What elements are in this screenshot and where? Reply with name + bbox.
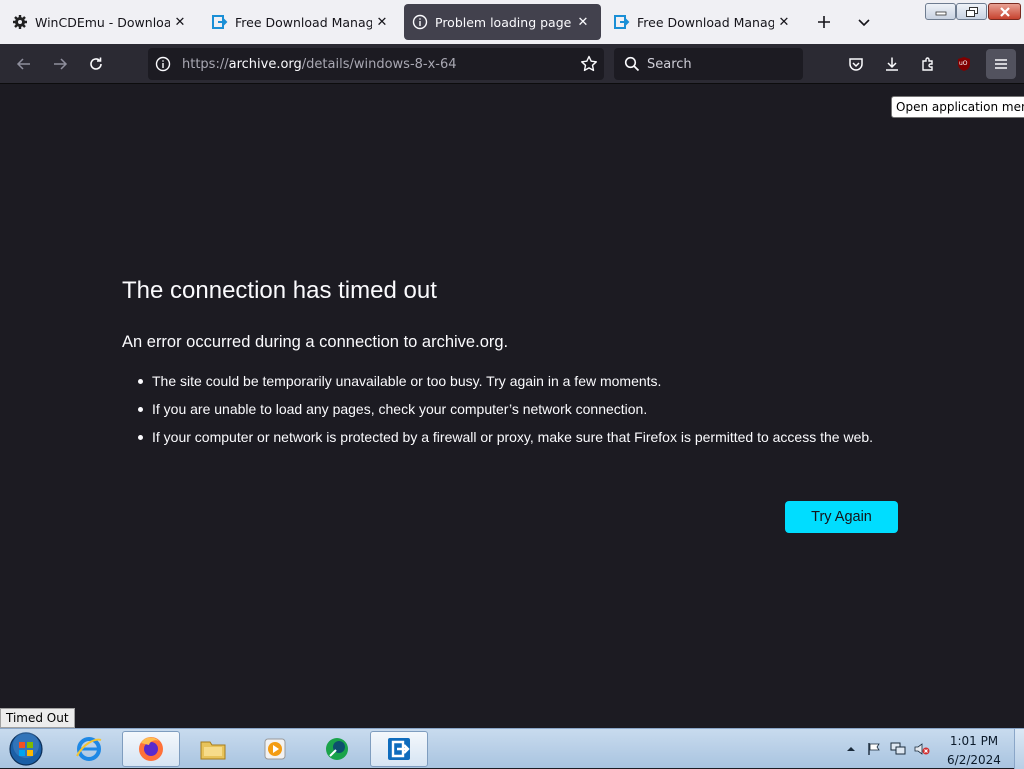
tab-strip: WinCDEmu - Download ✕ Free Download Mana… [0, 0, 1024, 44]
list-item: The site could be temporarily unavailabl… [138, 371, 908, 391]
site-info-icon[interactable] [155, 56, 171, 72]
list-item: If your computer or network is protected… [138, 427, 908, 447]
tab-title: Problem loading page [435, 14, 572, 30]
downloads-icon[interactable] [878, 50, 906, 78]
navigation-toolbar: https://archive.org/details/windows-8-x-… [0, 44, 1024, 84]
search-placeholder: Search [647, 56, 692, 72]
search-icon [624, 56, 640, 72]
clock-time: 1:01 PM [949, 734, 999, 748]
fdm-icon [212, 14, 228, 30]
show-hidden-icons-icon[interactable] [844, 729, 858, 769]
tooltip: Open application menu [891, 96, 1024, 118]
url-text[interactable]: https://archive.org/details/windows-8-x-… [182, 57, 457, 72]
free-download-manager-taskbar-icon[interactable] [370, 731, 428, 767]
clock-date: 6/2/2024 [947, 753, 1001, 767]
close-window-icon[interactable] [988, 3, 1021, 20]
url-prefix: https:// [182, 56, 229, 72]
tab-title: WinCDEmu - Download [35, 14, 170, 30]
list-item: If you are unable to load any pages, che… [138, 399, 908, 419]
bookmark-star-icon[interactable] [580, 55, 598, 73]
start-button-icon[interactable] [6, 731, 46, 767]
green-app-icon[interactable] [308, 731, 366, 767]
tab-problem-loading-page[interactable]: Problem loading page ✕ [404, 4, 601, 40]
error-short-description: An error occurred during a connection to… [122, 333, 509, 351]
forward-arrow-icon[interactable] [46, 50, 74, 78]
show-desktop-button[interactable] [1014, 729, 1024, 769]
list-all-tabs-icon[interactable] [852, 10, 876, 34]
ublock-badge-text: uO [959, 60, 968, 67]
fdm-icon [614, 14, 630, 30]
close-tab-icon[interactable]: ✕ [372, 12, 392, 32]
internet-explorer-icon[interactable] [60, 731, 118, 767]
back-arrow-icon[interactable] [10, 50, 38, 78]
url-domain: archive.org [228, 56, 302, 72]
url-path: /details/windows-8-x-64 [301, 56, 457, 72]
tab-title: Free Download Manager - [235, 14, 372, 30]
network-icon[interactable] [888, 729, 908, 769]
status-panel: Timed Out [0, 708, 75, 728]
file-explorer-icon[interactable] [184, 731, 242, 767]
minimize-window-icon[interactable] [925, 3, 956, 20]
volume-muted-icon[interactable] [912, 729, 932, 769]
pocket-icon[interactable] [842, 50, 870, 78]
ublock-origin-icon[interactable]: uO [950, 50, 978, 78]
close-tab-icon[interactable]: ✕ [170, 12, 190, 32]
gear-icon [12, 14, 28, 30]
tab-free-download-manager-1[interactable]: Free Download Manager - ✕ [204, 4, 400, 40]
application-menu-icon[interactable] [986, 49, 1016, 79]
try-again-button[interactable]: Try Again [785, 501, 898, 533]
firefox-taskbar-icon[interactable] [122, 731, 180, 767]
search-bar[interactable]: Search [614, 48, 803, 80]
close-tab-icon[interactable]: ✕ [774, 12, 794, 32]
media-player-icon[interactable] [246, 731, 304, 767]
action-center-flag-icon[interactable] [864, 729, 884, 769]
reload-icon[interactable] [82, 50, 110, 78]
taskbar: 1:01 PM 6/2/2024 [0, 728, 1024, 769]
info-icon [412, 14, 428, 30]
tab-free-download-manager-2[interactable]: Free Download Manager - ✕ [606, 4, 802, 40]
tab-wincdemu[interactable]: WinCDEmu - Download ✕ [4, 4, 198, 40]
restore-window-icon[interactable] [956, 3, 987, 20]
error-page: The connection has timed out An error oc… [0, 85, 1024, 728]
system-clock[interactable]: 1:01 PM 6/2/2024 [938, 733, 1010, 768]
error-suggestions: The site could be temporarily unavailabl… [138, 371, 908, 455]
error-title: The connection has timed out [122, 277, 437, 304]
tab-title: Free Download Manager - [637, 14, 774, 30]
new-tab-icon[interactable] [812, 10, 836, 34]
close-tab-icon[interactable]: ✕ [573, 12, 593, 32]
address-bar[interactable]: https://archive.org/details/windows-8-x-… [148, 48, 604, 80]
extensions-puzzle-icon[interactable] [914, 50, 942, 78]
